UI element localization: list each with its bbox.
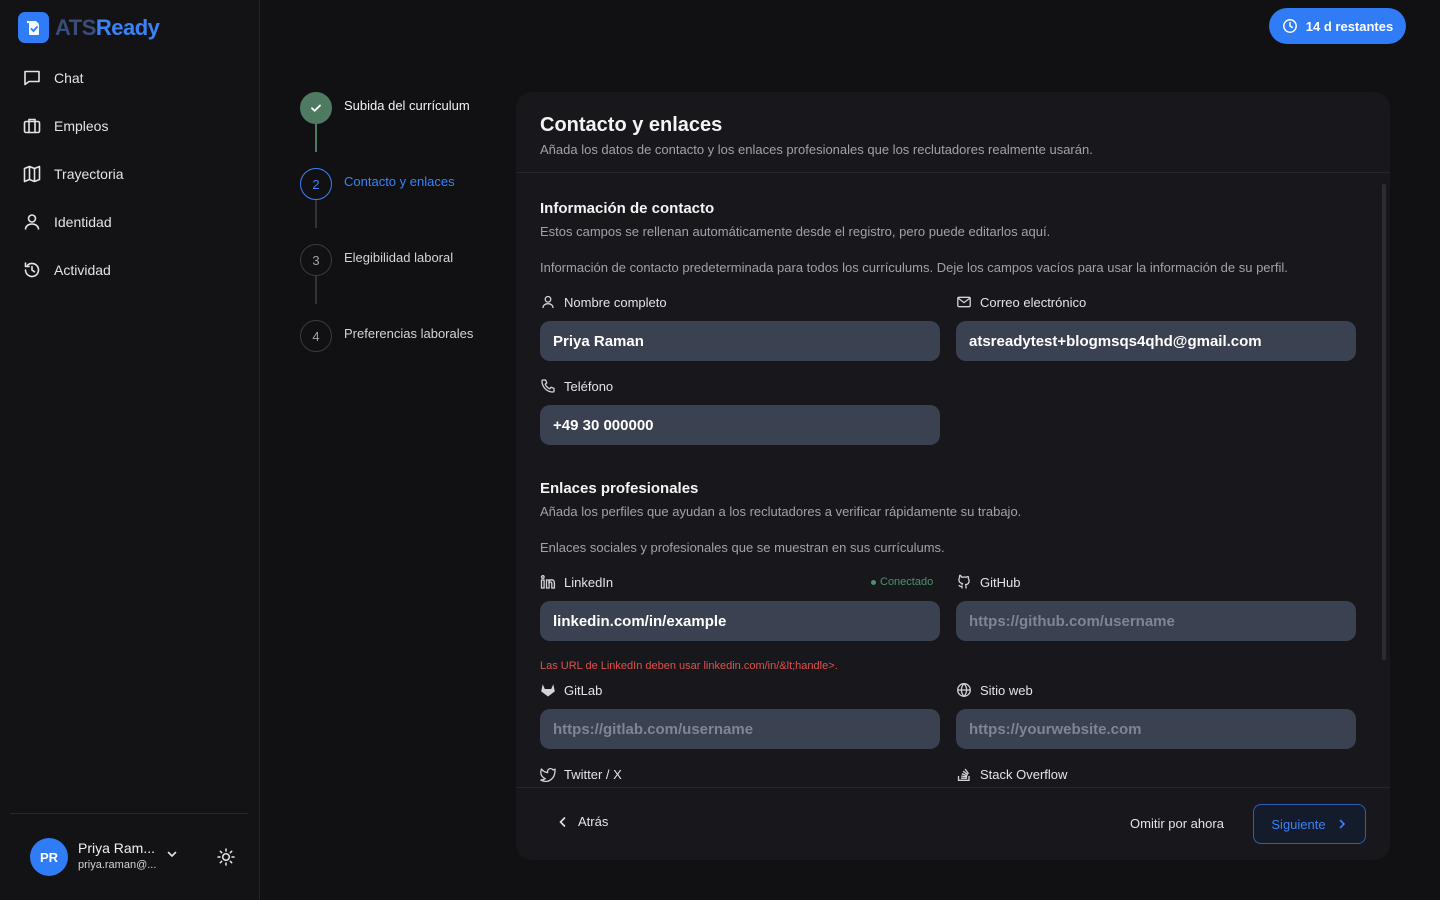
sidebar-nav: Chat Empleos Trayectoria Identidad Activ… [10, 56, 250, 296]
globe-icon [957, 682, 971, 698]
trial-badge[interactable]: 14 d restantes [1269, 8, 1406, 44]
chat-icon [24, 70, 40, 86]
trial-badge-label: 14 d restantes [1305, 18, 1394, 34]
linkedin-input[interactable] [540, 601, 940, 641]
website-label: Sitio web [956, 682, 1033, 698]
step-contact-links[interactable]: 2 Contacto y enlaces [300, 168, 494, 200]
logo-icon [18, 12, 49, 43]
links-section-desc: Añada los perfiles que ayudan a los recl… [540, 504, 1022, 519]
step-number: 4 [300, 320, 332, 352]
chevron-left-icon [559, 816, 566, 827]
full-name-input[interactable] [540, 321, 940, 361]
scrollbar[interactable] [1382, 184, 1386, 660]
phone-icon [541, 379, 555, 393]
sidebar-item-identidad[interactable]: Identidad [10, 200, 250, 244]
step-connector [315, 276, 317, 304]
step-label: Preferencias laborales [344, 326, 474, 341]
linkedin-connected-status: Conectado [871, 576, 933, 588]
step-work-preferences[interactable]: 4 Preferencias laborales [300, 320, 494, 352]
user-email: priya.raman@... [78, 859, 157, 871]
gitlab-input[interactable] [540, 709, 940, 749]
sidebar-item-empleos[interactable]: Empleos [10, 104, 250, 148]
avatar[interactable]: PR [30, 838, 68, 876]
step-connector [315, 200, 317, 228]
email-label: Correo electrónico [956, 294, 1086, 310]
gitlab-label: GitLab [540, 682, 602, 698]
phone-label: Teléfono [540, 378, 613, 394]
website-input[interactable] [956, 709, 1356, 749]
skip-button[interactable]: Omitir por ahora [1130, 816, 1224, 831]
links-section-note: Enlaces sociales y profesionales que se … [540, 540, 945, 555]
sidebar-item-label: Trayectoria [54, 166, 124, 182]
briefcase-icon [23, 118, 41, 134]
sidebar-item-label: Actividad [54, 262, 111, 278]
next-button[interactable]: Siguiente [1253, 804, 1366, 844]
linkedin-icon [540, 575, 556, 589]
chevron-down-icon[interactable] [166, 848, 178, 860]
phone-input[interactable] [540, 405, 940, 445]
linkedin-error-message: Las URL de LinkedIn deben usar linkedin.… [540, 660, 838, 672]
mail-icon [957, 296, 971, 308]
logo[interactable]: ATSReady [18, 12, 160, 43]
map-icon [23, 165, 41, 183]
sidebar-item-trayectoria[interactable]: Trayectoria [10, 152, 250, 196]
twitter-icon [540, 767, 556, 782]
step-resume-upload[interactable]: Subida del currículum [300, 92, 494, 124]
user-name: Priya Ram... [78, 840, 156, 856]
sidebar-item-label: Chat [54, 70, 84, 86]
github-label: GitHub [956, 574, 1020, 590]
sidebar-item-chat[interactable]: Chat [10, 56, 250, 100]
step-number: 3 [300, 244, 332, 276]
stackoverflow-label: Stack Overflow [956, 766, 1067, 782]
linkedin-label: LinkedIn [540, 574, 613, 590]
chevron-right-icon [1339, 819, 1345, 829]
gitlab-icon [541, 684, 555, 697]
sun-icon[interactable] [216, 847, 236, 867]
contact-section-title: Información de contacto [540, 200, 715, 217]
contact-section-desc: Estos campos se rellenan automáticamente… [540, 224, 1051, 239]
page-subtitle: Añada los datos de contacto y los enlace… [540, 142, 1093, 157]
twitter-label: Twitter / X [540, 766, 622, 782]
sidebar-item-label: Identidad [54, 214, 112, 230]
contact-links-card: Contacto y enlaces Añada los datos de co… [516, 92, 1390, 860]
card-footer: Atrás Omitir por ahora Siguiente [516, 787, 1390, 860]
github-input[interactable] [956, 601, 1356, 641]
back-button[interactable]: Atrás [556, 814, 608, 829]
page-title: Contacto y enlaces [540, 114, 723, 136]
user-menu: PR Priya Ram... priya.raman@... [10, 813, 248, 900]
step-work-eligibility[interactable]: 3 Elegibilidad laboral [300, 244, 494, 276]
step-number: 2 [300, 168, 332, 200]
step-label: Contacto y enlaces [344, 174, 455, 189]
user-icon [542, 295, 554, 309]
clock-icon [1282, 19, 1297, 33]
check-icon [300, 92, 332, 124]
step-label: Elegibilidad laboral [344, 250, 454, 265]
brand-name: ATSReady [55, 14, 160, 40]
contact-section-note: Información de contacto predeterminada p… [540, 260, 1288, 275]
card-body[interactable]: Información de contacto Estos campos se … [516, 174, 1390, 787]
email-input[interactable] [956, 321, 1356, 361]
user-icon [24, 214, 40, 230]
full-name-label: Nombre completo [540, 294, 667, 310]
sidebar: ATSReady Chat Empleos Trayectoria Identi… [0, 0, 260, 900]
links-section-title: Enlaces profesionales [540, 480, 699, 497]
github-icon [958, 574, 970, 589]
step-label: Subida del currículum [344, 98, 470, 113]
step-connector [315, 124, 317, 152]
status-dot [871, 579, 876, 585]
card-header: Contacto y enlaces Añada los datos de co… [516, 92, 1390, 173]
sidebar-item-actividad[interactable]: Actividad [10, 248, 250, 292]
history-icon [24, 262, 40, 278]
stackoverflow-icon [957, 768, 970, 781]
sidebar-item-label: Empleos [54, 118, 109, 134]
